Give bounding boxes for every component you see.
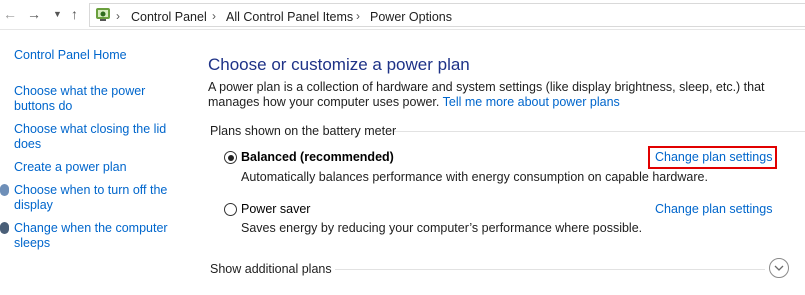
balanced-change-settings-link[interactable]: Change plan settings xyxy=(655,150,772,164)
radio-selected-icon xyxy=(227,154,234,161)
power-options-icon xyxy=(96,8,110,21)
crumb-control-panel[interactable]: Control Panel xyxy=(131,10,207,24)
chevron-down-icon[interactable]: ▼ xyxy=(53,6,62,22)
power-buttons-link[interactable]: Choose what the power buttons do xyxy=(14,84,184,114)
additional-divider xyxy=(335,269,765,270)
breadcrumb-separator-icon: › xyxy=(116,9,120,23)
computer-sleeps-link[interactable]: Change when the computer sleeps xyxy=(14,221,184,251)
create-power-plan-link[interactable]: Create a power plan xyxy=(14,160,184,175)
closing-lid-link[interactable]: Choose what closing the lid does xyxy=(14,122,184,152)
power-saver-plan-description: Saves energy by reducing your computer’s… xyxy=(241,221,643,235)
breadcrumb[interactable]: › Control Panel › All Control Panel Item… xyxy=(89,3,805,27)
display-icon xyxy=(0,184,9,196)
breadcrumb-separator-icon: › xyxy=(356,9,360,23)
chevron-down-icon xyxy=(774,265,784,271)
balanced-plan-name[interactable]: Balanced (recommended) xyxy=(241,150,394,164)
page-title: Choose or customize a power plan xyxy=(208,55,470,74)
power-saver-plan-name[interactable]: Power saver xyxy=(241,202,310,216)
forward-arrow-icon[interactable]: → xyxy=(27,6,41,22)
breadcrumb-separator-icon: › xyxy=(212,9,216,23)
crumb-power-options[interactable]: Power Options xyxy=(370,10,452,24)
back-arrow-icon[interactable]: ← xyxy=(3,6,17,22)
power-saver-radio[interactable] xyxy=(224,203,237,216)
group-label: Plans shown on the battery meter xyxy=(210,124,397,138)
control-panel-home-link[interactable]: Control Panel Home xyxy=(14,48,184,63)
page-description: A power plan is a collection of hardware… xyxy=(208,80,798,110)
up-arrow-icon[interactable]: ↑ xyxy=(71,6,78,22)
sleep-icon xyxy=(0,222,9,234)
address-bar: ← → ▼ ↑ › Control Panel › All Control Pa… xyxy=(0,0,805,30)
turn-off-display-link[interactable]: Choose when to turn off the display xyxy=(14,183,184,213)
show-additional-plans-label[interactable]: Show additional plans xyxy=(210,262,332,276)
balanced-plan-description: Automatically balances performance with … xyxy=(241,170,708,184)
power-saver-change-settings-link[interactable]: Change plan settings xyxy=(655,202,772,216)
group-divider xyxy=(394,131,805,132)
balanced-radio[interactable] xyxy=(224,151,237,164)
crumb-all-items[interactable]: All Control Panel Items xyxy=(226,10,353,24)
tell-me-more-link[interactable]: Tell me more about power plans xyxy=(443,95,620,109)
expand-chevron-icon[interactable] xyxy=(769,258,789,278)
